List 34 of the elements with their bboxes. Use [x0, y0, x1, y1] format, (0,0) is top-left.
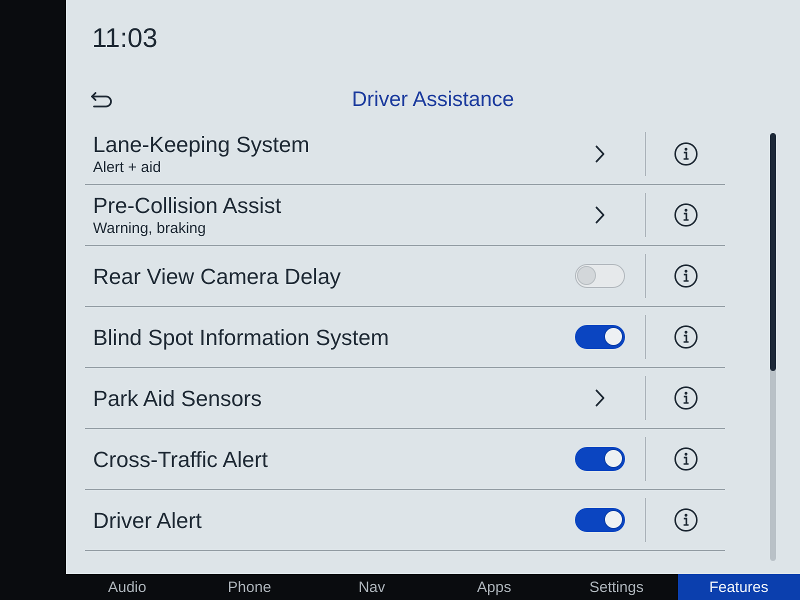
- setting-status: Warning, braking: [93, 219, 206, 238]
- scrollbar-thumb[interactable]: [770, 133, 776, 371]
- info-icon[interactable]: [674, 142, 698, 166]
- nav-tab[interactable]: Phone: [188, 574, 311, 600]
- setting-label: Driver Alert: [93, 506, 202, 534]
- info-icon[interactable]: [674, 386, 698, 410]
- setting-label: Rear View Camera Delay: [93, 262, 341, 290]
- setting-label: Lane-Keeping System: [93, 131, 310, 158]
- nav-tab[interactable]: Settings: [555, 574, 678, 600]
- nav-tab[interactable]: Audio: [66, 574, 188, 600]
- nav-tab[interactable]: Apps: [432, 574, 556, 600]
- chevron-right-icon[interactable]: [595, 206, 605, 224]
- clock-time: 11:03: [92, 22, 158, 54]
- page-title: Driver Assistance: [352, 88, 514, 112]
- scrollbar-track[interactable]: [770, 133, 776, 561]
- nav-tab[interactable]: Features: [678, 574, 800, 600]
- toggle-switch[interactable]: [575, 325, 625, 349]
- setting-label: Park Aid Sensors: [93, 384, 262, 412]
- setting-label: Blind Spot Information System: [93, 324, 389, 350]
- info-icon[interactable]: [674, 447, 698, 471]
- info-icon[interactable]: [674, 508, 698, 532]
- back-icon[interactable]: [90, 92, 114, 108]
- toggle-switch[interactable]: [575, 508, 625, 532]
- chevron-right-icon[interactable]: [595, 389, 605, 407]
- info-icon[interactable]: [674, 203, 698, 227]
- setting-label: Cross-Traffic Alert: [93, 446, 268, 472]
- info-icon[interactable]: [674, 264, 698, 288]
- toggle-switch[interactable]: [575, 447, 625, 471]
- info-icon[interactable]: [674, 325, 698, 349]
- chevron-right-icon[interactable]: [595, 145, 605, 163]
- setting-label: Pre-Collision Assist: [93, 192, 282, 219]
- toggle-switch[interactable]: [575, 264, 625, 288]
- setting-status: Alert + aid: [93, 158, 161, 177]
- nav-tab[interactable]: Nav: [310, 574, 433, 600]
